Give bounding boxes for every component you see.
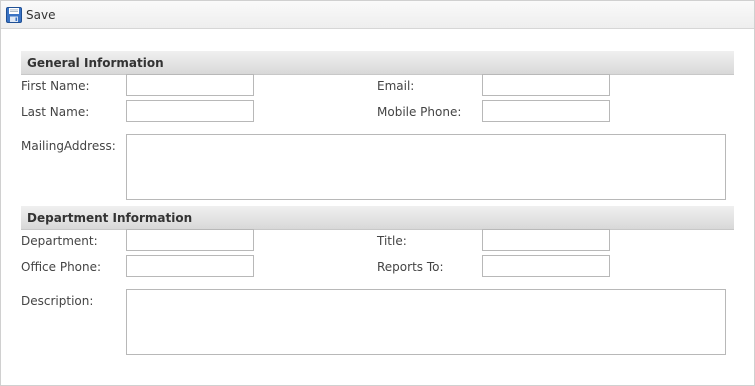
office-phone-label: Office Phone: [21,260,102,274]
save-button-label: Save [26,8,56,22]
office-phone-input[interactable] [126,255,254,277]
email-label: Email: [377,79,415,93]
save-button[interactable]: Save [6,6,55,24]
toolbar: Save [1,1,754,29]
title-label: Title: [377,234,407,248]
floppy-disk-icon [6,7,22,23]
reports-to-input[interactable] [482,255,610,277]
description-textarea[interactable] [126,289,726,355]
department-input[interactable] [126,229,254,251]
mailing-address-label: MailingAddress: [21,139,116,153]
last-name-input[interactable] [126,100,254,122]
mailing-address-textarea[interactable] [126,134,726,200]
mobile-phone-label: Mobile Phone: [377,105,462,119]
reports-to-label: Reports To: [377,260,444,274]
form-panel: Save General Information First Name: Ema… [0,0,755,386]
description-label: Description: [21,294,94,308]
email-input[interactable] [482,74,610,96]
last-name-label: Last Name: [21,105,90,119]
department-label: Department: [21,234,98,248]
mobile-phone-input[interactable] [482,100,610,122]
department-information-header: Department Information [21,206,734,230]
title-input[interactable] [482,229,610,251]
first-name-label: First Name: [21,79,90,93]
first-name-input[interactable] [126,74,254,96]
general-information-header: General Information [21,51,734,75]
